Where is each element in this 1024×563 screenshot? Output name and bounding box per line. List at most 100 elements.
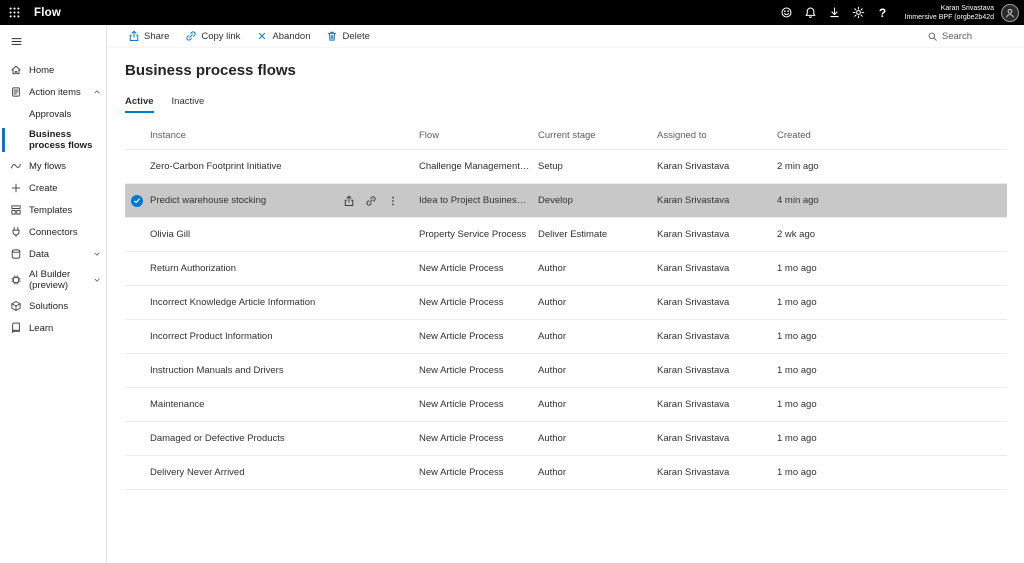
table-row[interactable]: Olivia GillProperty Service ProcessDeliv… (125, 218, 1007, 252)
table-row[interactable]: Return AuthorizationNew Article ProcessA… (125, 252, 1007, 286)
current-stage-cell: Author (538, 297, 657, 308)
row-copy-link-button[interactable] (365, 195, 377, 207)
column-header-created[interactable]: Created (777, 130, 1007, 141)
row-select-target[interactable] (131, 331, 143, 343)
sidebar-item-label: My flows (29, 161, 101, 172)
share-icon (128, 30, 140, 42)
sidebar-collapse-button[interactable] (0, 28, 106, 55)
table-row[interactable]: Delivery Never ArrivedNew Article Proces… (125, 456, 1007, 490)
notifications-icon (804, 6, 817, 19)
created-cell: 1 mo ago (777, 365, 1007, 376)
row-select-target[interactable] (131, 399, 143, 411)
flow-cell: New Article Process (419, 399, 538, 410)
assigned-to-cell: Karan Srivastava (657, 195, 777, 206)
sidebar-item-label: Business process flows (29, 129, 101, 151)
settings-icon (852, 6, 865, 19)
flow-cell: New Article Process (419, 297, 538, 308)
account-info[interactable]: Karan Srivastava Immersive BPF (orgbe2b4… (905, 4, 994, 22)
topbar-buttons: ? (775, 0, 895, 25)
column-header-instance[interactable]: Instance (125, 130, 419, 141)
column-header-flow[interactable]: Flow (419, 130, 538, 141)
current-stage-cell: Setup (538, 161, 657, 172)
row-more-vertical-button[interactable] (387, 195, 399, 207)
created-cell: 1 mo ago (777, 331, 1007, 342)
table-row[interactable]: Incorrect Product InformationNew Article… (125, 320, 1007, 354)
table-row[interactable]: Incorrect Knowledge Article InformationN… (125, 286, 1007, 320)
sidebar-item-data[interactable]: Data (0, 243, 106, 265)
table-row[interactable]: Damaged or Defective ProductsNew Article… (125, 422, 1007, 456)
row-select-target[interactable] (131, 365, 143, 377)
tabs: Active Inactive (125, 96, 1007, 113)
learn-icon (10, 322, 22, 334)
sidebar-item-approvals[interactable]: Approvals (0, 103, 106, 125)
tab-inactive[interactable]: Inactive (172, 96, 205, 113)
help-button[interactable]: ? (871, 0, 895, 25)
instance-name: Olivia Gill (150, 229, 190, 240)
sidebar-item-action-items[interactable]: Action items (0, 81, 106, 103)
flow-cell: New Article Process (419, 365, 538, 376)
instance-cell: Predict warehouse stocking (125, 184, 419, 217)
table-row[interactable]: Zero-Carbon Footprint InitiativeChalleng… (125, 150, 1007, 184)
download-button[interactable] (823, 0, 847, 25)
flow-cell: New Article Process (419, 331, 538, 342)
command-label: Copy link (201, 31, 240, 42)
row-select-target[interactable] (131, 297, 143, 309)
table-row[interactable]: MaintenanceNew Article ProcessAuthorKara… (125, 388, 1007, 422)
table-row[interactable]: Instruction Manuals and Drivers New Artic… (125, 354, 1007, 388)
waffle-menu-button[interactable] (0, 0, 28, 25)
row-select-target[interactable] (131, 229, 143, 241)
page-title: Business process flows (125, 62, 1007, 79)
sidebar-item-label: AI Builder (preview) (29, 269, 90, 291)
instance-cell: Return Authorization (125, 252, 419, 285)
created-cell: 4 min ago (777, 195, 1007, 206)
sidebar-item-my-flows[interactable]: My flows (0, 155, 106, 177)
command-actions: Share Copy link Abandon Delete (128, 30, 386, 42)
tab-active[interactable]: Active (125, 96, 154, 113)
sidebar-item-templates[interactable]: Templates (0, 199, 106, 221)
row-share-button[interactable] (343, 195, 355, 207)
row-select-target[interactable] (131, 263, 143, 275)
notifications-button[interactable] (799, 0, 823, 25)
solutions-icon (10, 300, 22, 312)
created-cell: 1 mo ago (777, 297, 1007, 308)
command-bar: Share Copy link Abandon Delete Search (107, 25, 1024, 48)
sidebar-item-home[interactable]: Home (0, 59, 106, 81)
sidebar-item-label: Templates (29, 205, 101, 216)
row-actions (333, 195, 411, 207)
row-select-target[interactable] (131, 467, 143, 479)
feedback-button[interactable] (775, 0, 799, 25)
chevron-down-icon (93, 250, 101, 258)
row-selected-check[interactable] (131, 195, 143, 207)
delete-button[interactable]: Delete (326, 30, 369, 42)
person-icon (1004, 7, 1016, 19)
column-header-current-stage[interactable]: Current stage (538, 130, 657, 141)
abandon-button[interactable]: Abandon (256, 30, 310, 42)
row-select-target[interactable] (131, 161, 143, 173)
sidebar-item-connectors[interactable]: Connectors (0, 221, 106, 243)
settings-button[interactable] (847, 0, 871, 25)
current-stage-cell: Deliver Estimate (538, 229, 657, 240)
table-row[interactable]: Predict warehouse stockingIdea to Projec… (125, 184, 1007, 218)
sidebar-item-learn[interactable]: Learn (0, 317, 106, 339)
column-header-assigned-to[interactable]: Assigned to (657, 130, 777, 141)
page-content: Business process flows Active Inactive In… (107, 48, 1024, 490)
search-box[interactable]: Search (927, 31, 972, 42)
download-icon (828, 6, 841, 19)
avatar[interactable] (1001, 4, 1019, 22)
app-title[interactable]: Flow (34, 7, 61, 19)
instance-cell: Incorrect Knowledge Article Information (125, 286, 419, 319)
sidebar-item-create[interactable]: Create (0, 177, 106, 199)
instance-name: Return Authorization (150, 263, 236, 274)
sidebar-item-label: Solutions (29, 301, 101, 312)
help-icon: ? (876, 6, 889, 19)
create-icon (10, 182, 22, 194)
action-items-icon (10, 86, 22, 98)
instance-cell: Damaged or Defective Products (125, 422, 419, 455)
copy-link-button[interactable]: Copy link (185, 30, 240, 42)
sidebar-item-business-process-flows[interactable]: Business process flows (0, 125, 106, 155)
row-select-target[interactable] (131, 433, 143, 445)
instance-name: Instruction Manuals and Drivers (150, 365, 284, 376)
sidebar-item-solutions[interactable]: Solutions (0, 295, 106, 317)
sidebar-item-ai-builder-preview[interactable]: AI Builder (preview) (0, 265, 106, 295)
share-button[interactable]: Share (128, 30, 169, 42)
